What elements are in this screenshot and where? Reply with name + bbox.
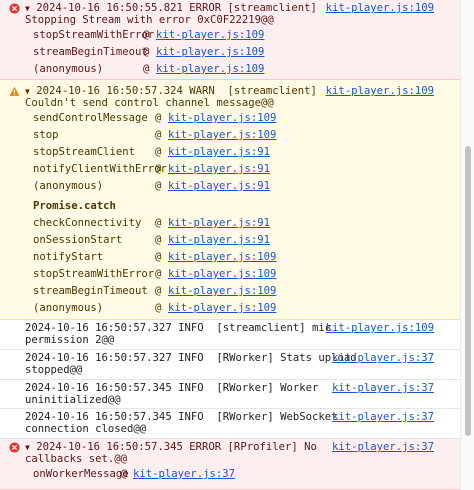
console-message-warning[interactable]: ▼ 2024-10-16 16:50:57.324 WARN [streamcl… [0,80,460,320]
vertical-scrollbar[interactable] [460,0,474,490]
frame-at: @ [155,163,162,175]
frame-function: (anonymous) [33,302,104,314]
caret-down-icon[interactable]: ▼ [25,443,30,452]
frame-link[interactable]: kit-player.js:109 [168,302,276,314]
log-text: Stopping Stream with error 0xC0F22219@@ [25,14,274,26]
caret-down-icon[interactable]: ▼ [25,87,30,96]
console-message-error[interactable]: ▼ 2024-10-16 16:50:55.821 ERROR [streamc… [0,0,460,80]
frame-link[interactable]: kit-player.js:109 [156,46,264,58]
log-header: 2024-10-16 16:50:57.345 ERROR [RProfiler… [36,441,317,453]
source-link[interactable]: kit-player.js:37 [332,352,434,365]
log-header: 2024-10-16 16:50:55.821 ERROR [streamcli… [36,2,317,14]
source-link[interactable]: kit-player.js:37 [332,382,434,395]
log-text: connection closed@@ [25,423,147,435]
frame-link[interactable]: kit-player.js:109 [168,112,276,124]
frame-link[interactable]: kit-player.js:91 [168,180,270,192]
frame-function: (anonymous) [33,63,104,75]
frame-link[interactable]: kit-player.js:109 [168,251,276,263]
log-text: stopped@@ [25,364,83,376]
frame-function: checkConnectivity [33,217,142,229]
frame-link[interactable]: kit-player.js:37 [133,468,235,480]
frame-function: stopStreamClient [33,146,136,158]
scrollbar-thumb[interactable] [465,146,471,436]
caret-down-icon[interactable]: ▼ [25,4,30,13]
frame-link[interactable]: kit-player.js:109 [168,129,276,141]
error-circle-icon [9,3,20,14]
frame-function: sendControlMessage [33,112,148,124]
log-header: 2024-10-16 16:50:57.324 WARN [streamclie… [36,85,317,97]
frame-at: @ [155,129,162,141]
frame-link[interactable]: kit-player.js:91 [168,163,270,175]
frame-function: stop [33,129,59,141]
frame-link[interactable]: kit-player.js:109 [168,268,276,280]
frame-at: @ [155,251,162,263]
frame-link[interactable]: kit-player.js:109 [168,285,276,297]
frame-at: @ [155,112,162,124]
source-link[interactable]: kit-player.js:37 [332,411,434,424]
frame-at: @ [143,46,150,58]
frame-function: onWorkerMessage [33,468,129,480]
frame-at: @ [155,180,162,192]
frame-function: (anonymous) [33,180,104,192]
frame-function: notifyClientWithError [33,163,167,175]
frame-at: @ [155,285,162,297]
console-message-info[interactable]: 2024-10-16 16:50:57.345 INFO [RWorker] W… [0,409,460,439]
frame-at: @ [155,234,162,246]
frame-link[interactable]: kit-player.js:91 [168,146,270,158]
console-message-info[interactable]: 2024-10-16 16:50:57.327 INFO [streamclie… [0,320,460,350]
log-text: Couldn't send control channel message@@ [25,97,274,109]
source-link[interactable]: kit-player.js:37 [332,441,434,454]
frame-function: stopStreamWithError [33,268,155,280]
log-text: uninitialized@@ [25,394,121,406]
log-text: permission 2@@ [25,334,115,346]
frame-at: @ [143,29,150,41]
frame-function: notifyStart [33,251,104,263]
source-link[interactable]: kit-player.js:109 [326,322,434,335]
frame-function: stopStreamWithError [33,29,155,41]
error-circle-icon [9,442,20,453]
frame-function: onSessionStart [33,234,123,246]
console-log-panel: ▼ 2024-10-16 16:50:55.821 ERROR [streamc… [0,0,460,490]
frame-link[interactable]: kit-player.js:91 [168,234,270,246]
source-link[interactable]: kit-player.js:109 [326,85,434,98]
frame-link[interactable]: kit-player.js:109 [156,63,264,75]
console-message-info[interactable]: 2024-10-16 16:50:57.345 INFO [RWorker] W… [0,380,460,409]
console-message-info[interactable]: 2024-10-16 16:50:57.327 INFO [RWorker] S… [0,350,460,380]
frame-at: @ [121,468,128,480]
console-message-error[interactable]: ▼ 2024-10-16 16:50:57.345 ERROR [RProfil… [0,439,460,490]
frame-at: @ [155,302,162,314]
frame-at: @ [155,217,162,229]
async-boundary-label: Promise.catch [33,200,116,212]
frame-at: @ [155,146,162,158]
source-link[interactable]: kit-player.js:109 [326,2,434,15]
frame-at: @ [143,63,150,75]
frame-function: streamBeginTimeout [33,46,148,58]
frame-link[interactable]: kit-player.js:91 [168,217,270,229]
frame-at: @ [155,268,162,280]
frame-link[interactable]: kit-player.js:109 [156,29,264,41]
frame-function: streamBeginTimeout [33,285,148,297]
log-text: callbacks set.@@ [25,453,128,465]
warning-triangle-icon [9,86,20,96]
